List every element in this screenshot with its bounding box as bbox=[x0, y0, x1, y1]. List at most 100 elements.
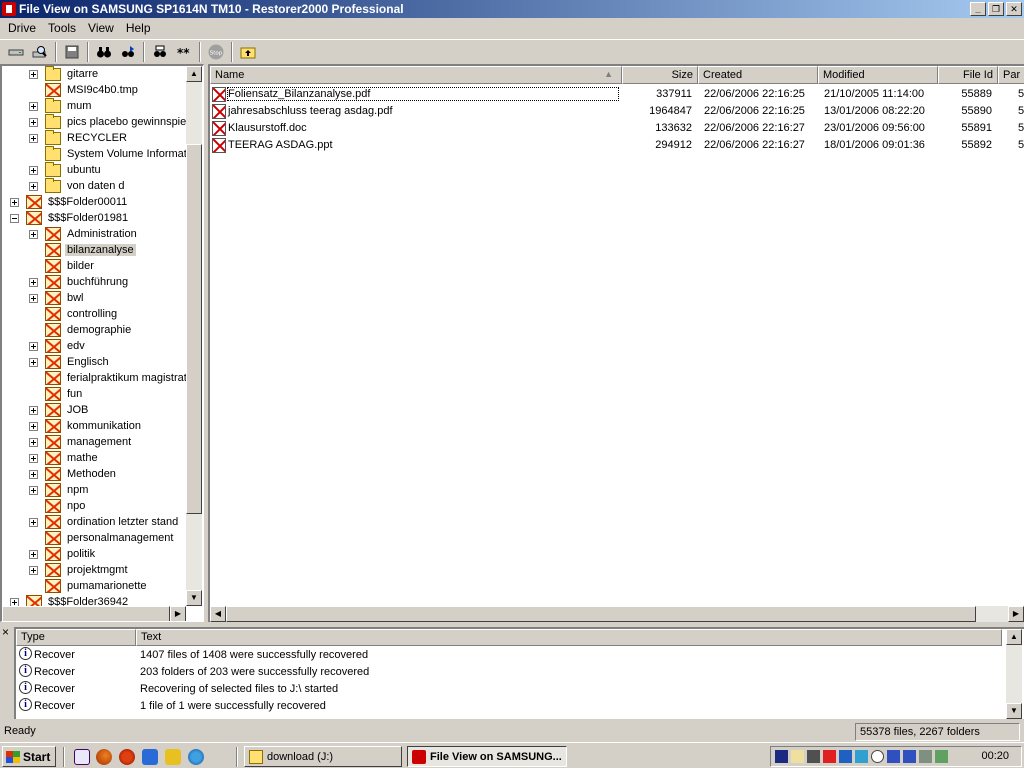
network-connection-icon[interactable] bbox=[919, 750, 932, 763]
tree-scroll-down-button[interactable]: ▼ bbox=[186, 590, 202, 606]
tree-item[interactable]: npo bbox=[29, 498, 87, 514]
filelist-hscrollbar[interactable]: ◀ ▶ bbox=[210, 606, 1024, 622]
file-row[interactable]: Klausurstoff.doc 133632 22/06/2006 22:16:2… bbox=[210, 120, 1024, 137]
network-icon[interactable] bbox=[142, 749, 158, 765]
expand-icon[interactable] bbox=[29, 421, 38, 431]
media-player-icon[interactable] bbox=[119, 749, 135, 765]
tree-item[interactable]: mathe bbox=[29, 450, 100, 466]
file-list[interactable]: Name ▲ Size Created Modified File Id Par… bbox=[208, 64, 1024, 622]
tree-item[interactable]: fun bbox=[29, 386, 84, 402]
printer-icon[interactable] bbox=[807, 750, 820, 763]
tree-item[interactable]: Administration bbox=[29, 226, 139, 242]
menu-view[interactable]: View bbox=[82, 21, 120, 35]
expand-icon[interactable] bbox=[29, 293, 38, 303]
tree-item[interactable]: System Volume Information bbox=[29, 145, 203, 162]
expand-icon[interactable] bbox=[29, 69, 38, 79]
recover-button[interactable] bbox=[60, 41, 83, 63]
column-header-created[interactable]: Created bbox=[698, 66, 818, 84]
tree-scroll-up-button[interactable]: ▲ bbox=[186, 66, 202, 82]
filelist-hscroll-thumb[interactable] bbox=[226, 606, 976, 622]
clock[interactable]: 00:20 bbox=[981, 750, 1009, 762]
tree-item[interactable]: politik bbox=[29, 546, 97, 562]
tree-item[interactable]: pics placebo gewinnspiel bbox=[29, 113, 191, 130]
tree-item[interactable]: mum bbox=[29, 97, 93, 114]
filelist-scroll-left-button[interactable]: ◀ bbox=[210, 606, 226, 622]
expand-icon[interactable] bbox=[29, 357, 38, 367]
tree-vscrollbar[interactable]: ▲ ▼ bbox=[186, 66, 202, 606]
column-header-modified[interactable]: Modified bbox=[818, 66, 938, 84]
tree-item[interactable]: controlling bbox=[29, 306, 119, 322]
expand-icon[interactable] bbox=[29, 341, 38, 351]
filelist-scroll-right-button[interactable]: ▶ bbox=[1008, 606, 1024, 622]
expand-icon[interactable] bbox=[29, 453, 38, 463]
expand-icon[interactable] bbox=[29, 181, 38, 191]
title-bar[interactable]: File View on SAMSUNG SP1614N TM10 - Rest… bbox=[0, 0, 1024, 18]
column-header-name[interactable]: Name ▲ bbox=[210, 66, 622, 84]
log-row[interactable]: i Recover 203 folders of 203 were successf… bbox=[16, 664, 1006, 681]
log-row[interactable]: i Recover 1407 files of 1408 were successf… bbox=[16, 647, 1006, 664]
monitor-icon[interactable] bbox=[839, 750, 852, 763]
menu-drive[interactable]: Drive bbox=[2, 21, 42, 35]
log-scroll-down-button[interactable]: ▼ bbox=[1006, 703, 1022, 719]
column-header-par[interactable]: Par bbox=[998, 66, 1024, 84]
drive-button[interactable] bbox=[4, 41, 27, 63]
shield-icon[interactable] bbox=[775, 750, 788, 763]
collapse-icon[interactable] bbox=[10, 213, 19, 223]
log-column-text[interactable]: Text bbox=[136, 629, 1002, 646]
file-row[interactable]: TEERAG ASDAG.ppt 294912 22/06/2006 22:16:2… bbox=[210, 137, 1024, 154]
tree-item[interactable]: npm bbox=[29, 482, 90, 498]
app-icon[interactable] bbox=[2, 2, 16, 16]
tray-app-icon-3[interactable] bbox=[935, 750, 948, 763]
tree-item[interactable]: ubuntu bbox=[29, 161, 103, 178]
tree-item[interactable]: von daten d bbox=[29, 177, 127, 194]
log-row[interactable]: i Recover Recovering of selected files to … bbox=[16, 681, 1006, 698]
find-button[interactable] bbox=[92, 41, 115, 63]
up-folder-button[interactable] bbox=[236, 41, 259, 63]
column-header-size[interactable]: Size bbox=[622, 66, 698, 84]
tree-item[interactable]: pumamarionette bbox=[29, 578, 149, 594]
tree-hscrollbar[interactable]: ▶ bbox=[2, 606, 186, 621]
tools-icon[interactable] bbox=[165, 749, 181, 765]
tray-app-icon-1[interactable] bbox=[887, 750, 900, 763]
expand-icon[interactable] bbox=[10, 197, 19, 207]
tray-app-icon-2[interactable] bbox=[903, 750, 916, 763]
log-vscrollbar[interactable]: ▲ ▼ bbox=[1006, 629, 1022, 719]
file-row[interactable]: jahresabschluss teerag asdag.pdf 1964847 2… bbox=[210, 103, 1024, 120]
file-row[interactable]: Foliensatz_Bilanzanalyse.pdf 337911 22/06/… bbox=[210, 86, 1024, 103]
tree-scroll-thumb[interactable] bbox=[186, 144, 202, 514]
tree-item[interactable]: bwl bbox=[29, 290, 86, 306]
folder-tree[interactable]: gitarre MSI9c4b0.tmp mum pics placebo gewin… bbox=[0, 64, 204, 622]
expand-icon[interactable] bbox=[29, 133, 38, 143]
tree-item[interactable]: Methoden bbox=[29, 466, 118, 482]
acrobat-icon[interactable] bbox=[823, 750, 836, 763]
expand-icon[interactable] bbox=[29, 517, 38, 527]
expand-icon[interactable] bbox=[29, 405, 38, 415]
restore-button[interactable]: ❐ bbox=[988, 2, 1004, 16]
tree-item[interactable]: $$$Folder01981 bbox=[10, 210, 130, 226]
tree-item[interactable]: management bbox=[29, 434, 133, 450]
tree-item[interactable]: JOB bbox=[29, 402, 90, 418]
tree-hscroll-thumb[interactable] bbox=[2, 606, 170, 621]
log-scroll-up-button[interactable]: ▲ bbox=[1006, 629, 1022, 645]
expand-icon[interactable] bbox=[29, 117, 38, 127]
mouse-icon[interactable] bbox=[871, 750, 884, 763]
tree-item[interactable]: demographie bbox=[29, 322, 133, 338]
expand-icon[interactable] bbox=[29, 485, 38, 495]
mask-button[interactable]: ** bbox=[172, 41, 195, 63]
column-header-file-id[interactable]: File Id bbox=[938, 66, 998, 84]
tree-item[interactable]: bilder bbox=[29, 258, 96, 274]
expand-icon[interactable] bbox=[29, 229, 38, 239]
tree-item[interactable]: MSI9c4b0.tmp bbox=[29, 82, 140, 98]
ie-icon[interactable] bbox=[188, 749, 204, 765]
tree-item[interactable]: personalmanagement bbox=[29, 530, 175, 546]
stop-button[interactable]: Stop bbox=[204, 41, 227, 63]
tree-item[interactable]: bilanzanalyse bbox=[29, 242, 136, 258]
log-panel[interactable]: Type Text i Recover 1407 files of 1408 wer… bbox=[14, 627, 1024, 719]
speaker-icon[interactable] bbox=[791, 750, 804, 763]
log-row[interactable]: i Recover 1 file of 1 were successfully re… bbox=[16, 698, 1006, 715]
firefox-icon[interactable] bbox=[96, 749, 112, 765]
start-button[interactable]: Start bbox=[2, 746, 56, 767]
expand-icon[interactable] bbox=[29, 277, 38, 287]
expand-icon[interactable] bbox=[29, 101, 38, 111]
tree-item[interactable]: $$$Folder00011 bbox=[10, 194, 129, 210]
